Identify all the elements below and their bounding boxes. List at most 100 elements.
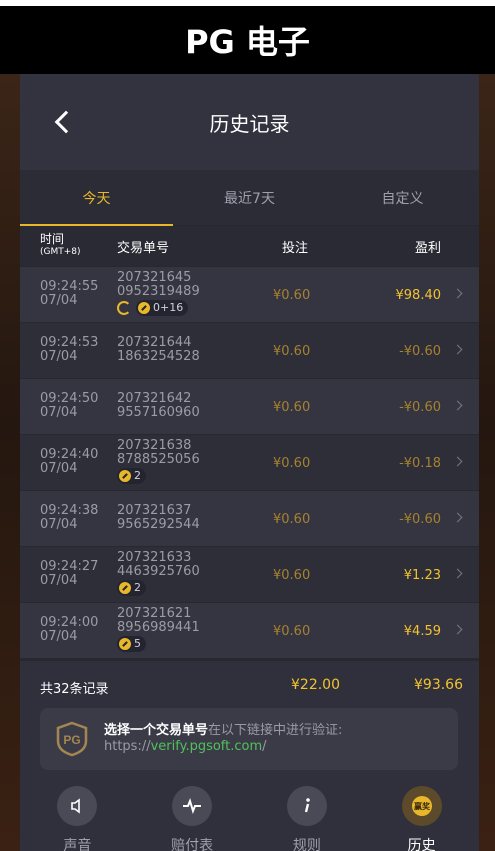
date-text: 07/04 [40,517,78,532]
table-row[interactable]: 09:24:38 07/04 207321637 9565292544 ¥0.60… [20,490,479,546]
row-bet: ¥0.60 [273,512,311,527]
order-line-1: 207321645 [117,270,192,285]
verify-prefix: https:// [104,739,151,754]
row-win: ¥98.40 [395,288,442,303]
tab-today[interactable]: 今天 [20,170,173,226]
history-icon: 赢奖 [401,786,442,826]
order-line-2: 8956989441 [117,620,200,635]
time-text: 09:24:50 [40,391,99,406]
row-order: 207321645 0952319489 0+16 [117,271,200,316]
col-time-label: 时间 [40,232,65,246]
row-bet: ¥0.60 [273,456,311,471]
page-title: 历史记录 [209,111,290,136]
order-line-2: 8788525056 [117,452,200,467]
row-win: ¥1.23 [403,568,441,583]
date-text: 07/04 [40,349,78,364]
replay-icon [117,301,131,315]
row-time: 09:24:53 07/04 [40,336,98,364]
table-row[interactable]: 09:24:27 07/04 207321633 4463925760 2 ¥0.… [20,546,479,602]
date-text: 07/04 [40,573,78,588]
verify-text: 选择一个交易单号在以下链接中进行验证: https://verify.pgsof… [104,723,342,755]
row-time: 09:24:38 07/04 [40,504,98,532]
row-win: -¥0.18 [399,456,441,471]
table-row[interactable]: 09:24:40 07/04 207321638 8788525056 2 ¥0.… [20,434,479,490]
chevron-right-icon [452,400,463,411]
row-badges: 5 [117,636,200,652]
row-order: 207321644 1863254528 [117,336,200,364]
tab-last-7-days[interactable]: 最近7天 [173,170,326,225]
order-line-1: 207321644 [117,335,192,350]
col-bet: 投注 [282,240,309,256]
tab-custom[interactable]: 自定义 [326,170,479,225]
free-spin-badge: 5 [117,636,146,652]
order-line-1: 207321642 [117,391,192,406]
row-bet: ¥0.60 [273,344,311,359]
row-bet: ¥0.60 [273,400,311,415]
date-tabs: 今天 最近7天 自定义 [20,170,479,226]
row-time: 09:24:27 07/04 [40,560,98,588]
panel-header: 历史记录 [20,74,479,170]
badge-count: 5 [134,637,141,650]
col-order: 交易单号 [117,240,170,256]
table-row[interactable]: 09:24:55 07/04 207321645 0952319489 0+16 … [20,266,479,322]
row-order: 207321621 8956989441 5 [117,607,200,652]
order-line-2: 4463925760 [117,564,200,579]
table-row[interactable]: 09:24:50 07/04 207321642 9557160960 ¥0.60… [20,378,479,434]
order-line-2: 9557160960 [117,405,200,420]
date-text: 07/04 [40,405,78,420]
free-spin-badge: 2 [117,468,146,484]
nav-history[interactable]: 赢奖 历史 [364,774,479,851]
row-bet: ¥0.60 [273,288,311,303]
verify-rest: 在以下链接中进行验证: [208,723,343,738]
pg-logo-text: PG [63,733,80,747]
table-row[interactable]: 09:24:00 07/04 207321621 8956989441 5 ¥0.… [20,602,479,658]
row-time: 09:24:55 07/04 [40,280,98,308]
nav-sound-label: 声音 [63,838,92,851]
history-icon-text: 赢奖 [414,801,431,811]
back-arrow-icon[interactable] [54,110,78,134]
verify-box: PG 选择一个交易单号在以下链接中进行验证: https://verify.pg… [40,708,458,770]
verify-suffix: / [262,739,267,754]
row-badges: 2 [117,468,200,484]
paytable-icon [172,786,213,826]
table-row[interactable]: 09:24:53 07/04 207321644 1863254528 ¥0.60… [20,322,479,378]
chevron-right-icon [452,568,463,579]
record-count: 共32条记录 [40,682,109,697]
order-line-1: 207321633 [117,550,192,565]
pg-logo-icon: PG [56,721,88,757]
free-spin-badge: 0+16 [136,300,189,316]
free-spin-icon [119,582,131,594]
row-win: -¥0.60 [399,344,441,359]
row-order: 207321637 9565292544 [117,504,200,532]
time-text: 09:24:00 [40,615,99,630]
col-win: 盈利 [415,240,442,256]
total-bet: ¥22.00 [291,677,340,693]
row-badges: 0+16 [117,300,200,316]
row-order: 207321642 9557160960 [117,392,200,420]
row-badges: 2 [117,580,200,596]
verify-link[interactable]: verify.pgsoft.com [151,739,263,754]
chevron-right-icon [452,624,463,635]
nav-rules[interactable]: 规则 [250,774,365,851]
chevron-right-icon [452,288,463,299]
free-spin-icon [119,638,131,650]
time-text: 09:24:53 [40,335,99,350]
col-time: 时间 (GMT+8) [40,233,81,259]
nav-history-label: 历史 [407,838,436,851]
nav-sound[interactable]: 声音 [20,774,135,851]
nav-paytable[interactable]: 赔付表 [135,774,250,851]
badge-count: 0+16 [153,301,184,314]
order-line-1: 207321621 [117,606,192,621]
order-line-1: 207321637 [117,503,192,518]
time-text: 09:24:55 [40,279,99,294]
time-text: 09:24:38 [40,503,99,518]
time-text: 09:24:27 [40,559,99,574]
row-time: 09:24:00 07/04 [40,616,98,644]
app-title-bar: PG 电子 [0,6,495,74]
table-header: 时间 (GMT+8) 交易单号 投注 盈利 [20,226,479,266]
row-order: 207321633 4463925760 2 [117,551,200,596]
history-panel: 历史记录 今天 最近7天 自定义 时间 (GMT+8) 交易单号 投注 盈利 0… [20,74,479,851]
col-timezone: (GMT+8) [40,247,81,257]
row-time: 09:24:50 07/04 [40,392,98,420]
row-win: -¥0.60 [399,400,441,415]
